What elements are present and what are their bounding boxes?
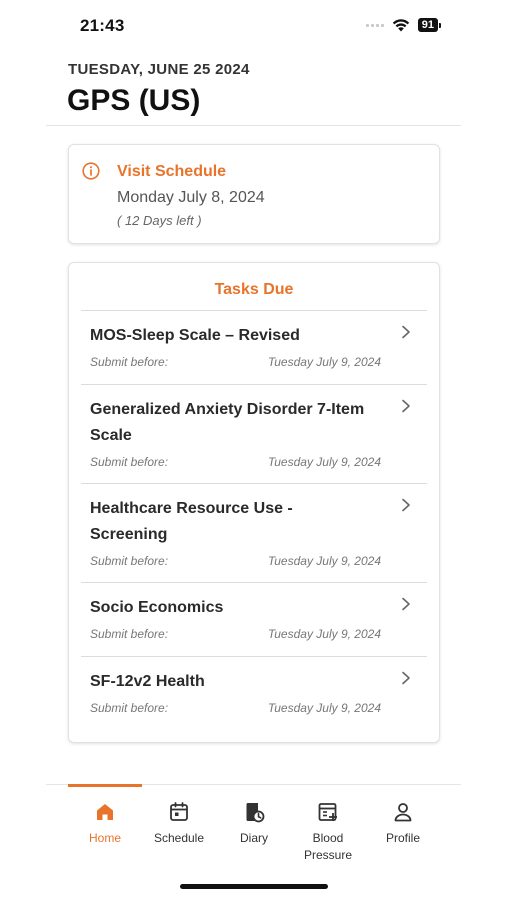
- nav-label: Diary: [239, 831, 268, 845]
- active-tab-indicator: [68, 784, 142, 787]
- diary-icon: [246, 803, 265, 823]
- cellular-signal-icon: [365, 23, 384, 27]
- visit-date: Monday July 8, 2024: [117, 189, 265, 206]
- task-item-anxiety-scale[interactable]: Generalized Anxiety Disorder 7-Item Scal…: [81, 385, 427, 484]
- visit-schedule-title: Visit Schedule: [117, 163, 227, 180]
- calendar-icon: [170, 802, 188, 821]
- status-icons: 91: [365, 18, 441, 32]
- visit-days-left: ( 12 Days left ): [117, 213, 202, 228]
- task-submit-label: Submit before:: [90, 701, 169, 715]
- task-item-sf12v2-health[interactable]: SF-12v2 Health Submit before: Tuesday Ju…: [81, 657, 427, 731]
- status-time: 21:43: [80, 16, 125, 35]
- profile-icon: [394, 803, 412, 822]
- page-title: GPS (US): [67, 84, 201, 117]
- nav-item-profile[interactable]: Profile: [366, 800, 440, 847]
- battery-icon: 91: [417, 18, 441, 32]
- task-submit-label: Submit before:: [90, 627, 169, 641]
- nav-label: Blood Pressure: [303, 831, 353, 862]
- task-item-healthcare-resource[interactable]: Healthcare Resource Use -Screening Submi…: [81, 484, 427, 583]
- task-submit-label: Submit before:: [90, 554, 169, 568]
- task-item-mos-sleep[interactable]: MOS-Sleep Scale – Revised Submit before:…: [81, 311, 427, 385]
- nav-item-schedule[interactable]: Schedule: [142, 800, 216, 847]
- nav-label: Schedule: [153, 831, 205, 845]
- task-name: MOS-Sleep Scale – Revised: [90, 327, 300, 344]
- nav-item-home[interactable]: Home: [68, 800, 142, 847]
- status-bar: 21:43 91: [0, 0, 507, 52]
- wifi-icon: [392, 19, 409, 32]
- task-due-date: Tuesday July 9, 2024: [267, 554, 381, 568]
- task-due-date: Tuesday July 9, 2024: [267, 355, 381, 369]
- nav-label: Home: [88, 831, 121, 845]
- nav-label: Profile: [385, 831, 420, 845]
- task-due-date: Tuesday July 9, 2024: [267, 701, 381, 715]
- tasks-due-card: Tasks Due MOS-Sleep Scale – Revised Subm…: [68, 262, 440, 743]
- chevron-right-icon: [402, 325, 410, 339]
- task-name: Generalized Anxiety Disorder 7-Item Scal…: [90, 401, 365, 444]
- task-name: Healthcare Resource Use -Screening: [90, 500, 293, 543]
- battery-level: 91: [417, 18, 438, 32]
- current-date: TUESDAY, JUNE 25 2024: [68, 61, 250, 78]
- chevron-right-icon: [402, 671, 410, 685]
- task-submit-label: Submit before:: [90, 355, 169, 369]
- task-due-date: Tuesday July 9, 2024: [267, 455, 381, 469]
- nav-item-diary[interactable]: Diary: [217, 800, 291, 847]
- task-name: SF-12v2 Health: [90, 673, 205, 690]
- nav-item-blood-pressure[interactable]: Blood Pressure: [291, 800, 365, 864]
- blood-pressure-icon: [318, 803, 337, 821]
- header-divider: [46, 125, 461, 126]
- chevron-right-icon: [402, 597, 410, 611]
- visit-schedule-card[interactable]: Visit Schedule Monday July 8, 2024 ( 12 …: [68, 144, 440, 244]
- home-icon: [97, 804, 113, 820]
- tasks-due-title: Tasks Due: [214, 281, 294, 298]
- chevron-right-icon: [402, 399, 410, 413]
- task-name: Socio Economics: [90, 599, 224, 616]
- chevron-right-icon: [402, 498, 410, 512]
- task-item-socio-economics[interactable]: Socio Economics Submit before: Tuesday J…: [81, 583, 427, 657]
- task-submit-label: Submit before:: [90, 455, 169, 469]
- info-icon: [82, 162, 100, 180]
- task-due-date: Tuesday July 9, 2024: [267, 627, 381, 641]
- home-indicator[interactable]: [180, 884, 328, 889]
